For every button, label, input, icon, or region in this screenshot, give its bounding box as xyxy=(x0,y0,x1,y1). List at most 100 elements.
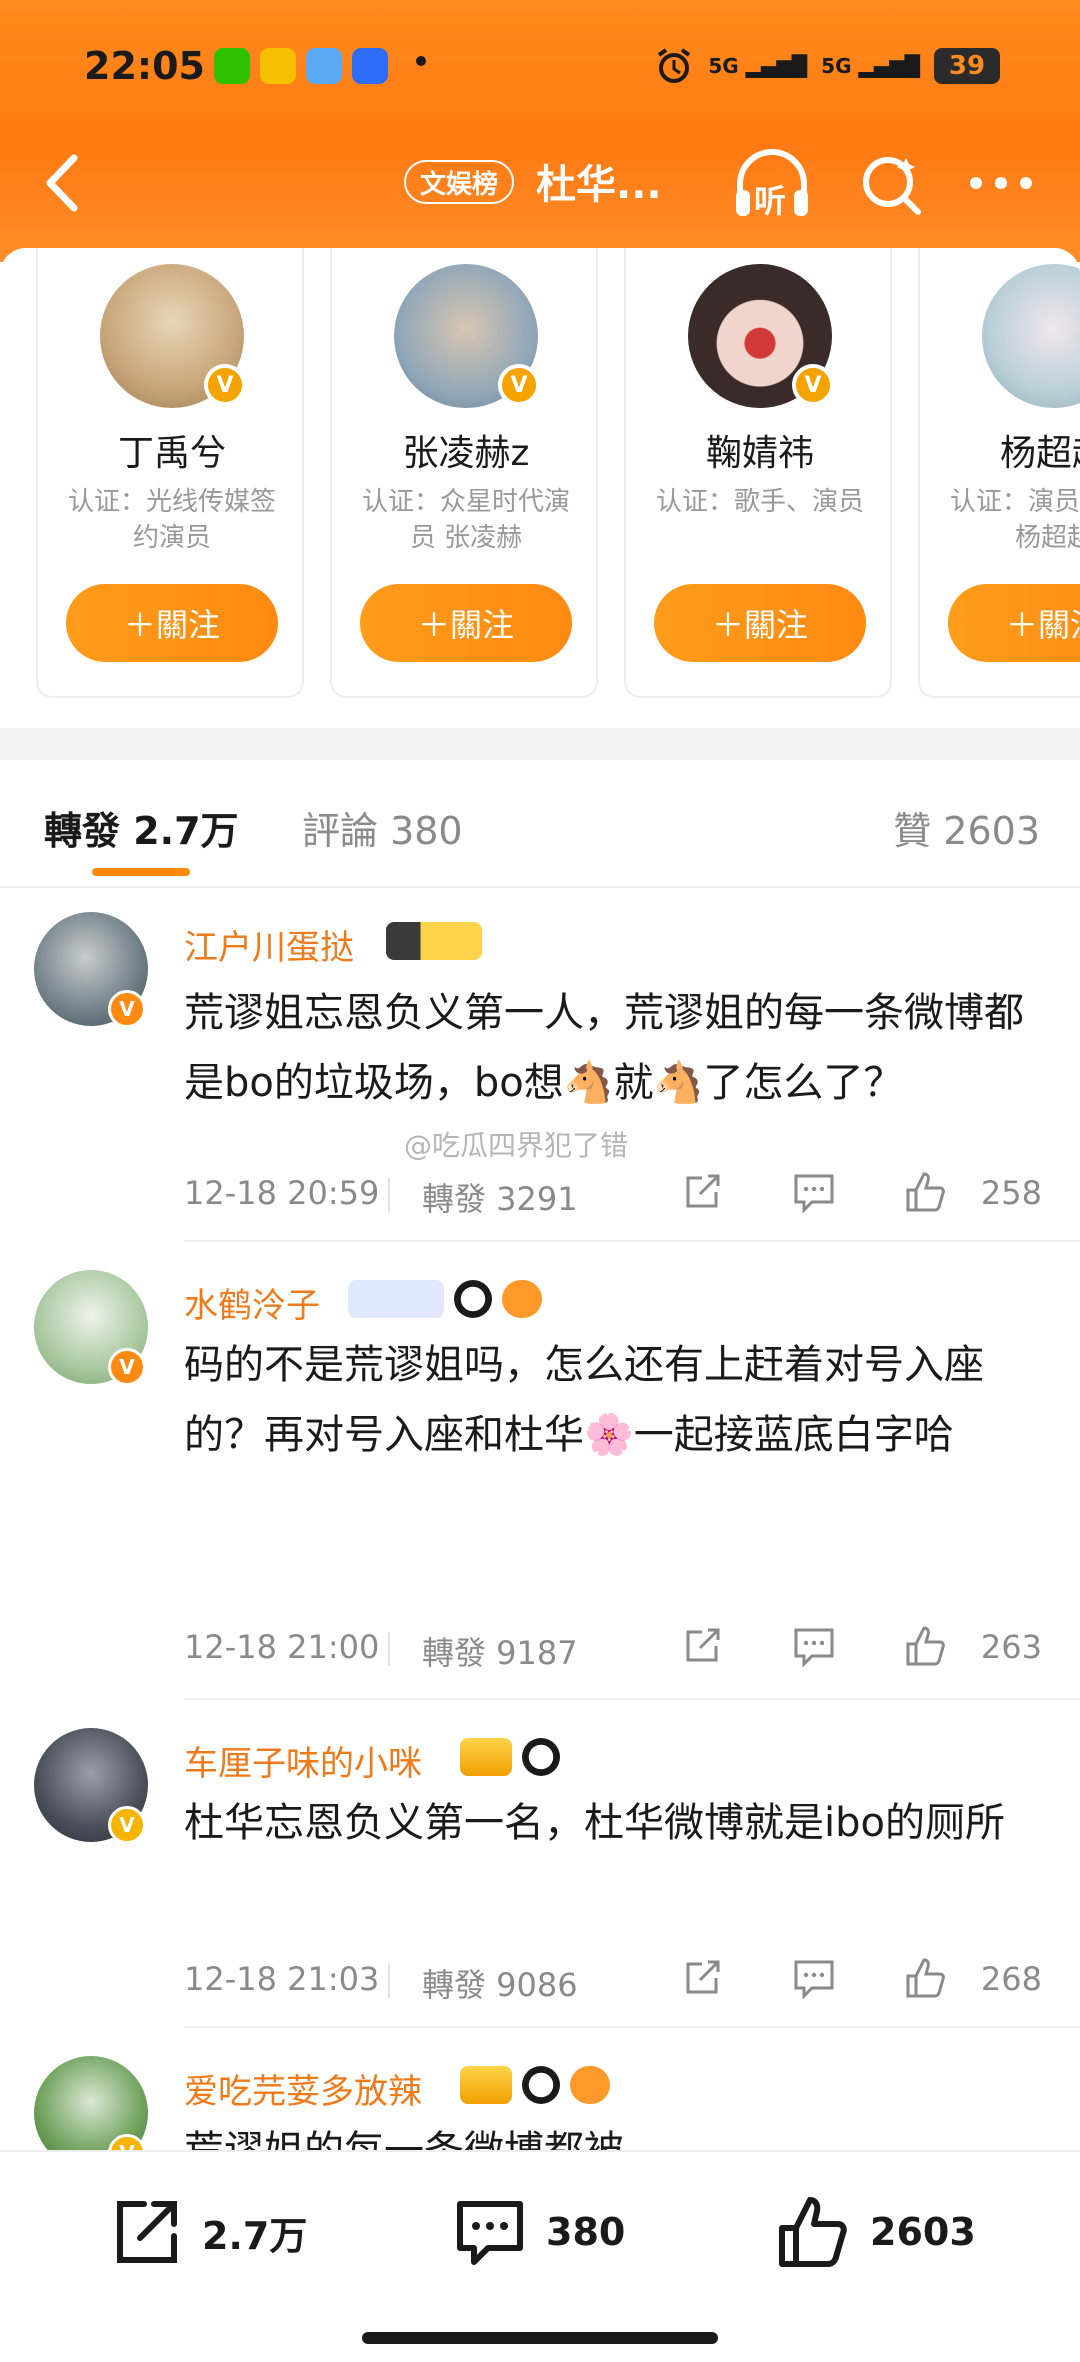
comment-button[interactable]: 380 xyxy=(452,2192,625,2272)
user-name[interactable]: 江户川蛋挞 xyxy=(184,920,354,969)
more-notifications-dot xyxy=(416,56,426,66)
user-name: 张凌赫z xyxy=(402,433,530,474)
search-icon[interactable] xyxy=(856,150,926,220)
weibo-icon xyxy=(260,48,296,84)
comment-icon[interactable] xyxy=(792,1170,836,1214)
home-indicator[interactable] xyxy=(362,2332,718,2344)
tab-comment[interactable]: 評論 380 xyxy=(302,800,463,855)
user-cert: 认证：歌手、演员 xyxy=(655,487,864,517)
user-card[interactable]: V 张凌赫z 认证：众星时代演员 张凌赫 ＋關注 xyxy=(330,248,598,698)
top-nav: 文娱榜 杜华... 听 xyxy=(0,140,1080,230)
user-cert: 认证：众星时代演员 张凌赫 xyxy=(361,487,570,553)
comment-text: 杜华忘恩负义第一名，杜华微博就是ibo的厕所 xyxy=(184,1800,1005,1846)
repost-icon xyxy=(117,2201,177,2263)
list-item[interactable]: V 爱吃芫荽多放辣 荒谬姐的每一条微博都被 xyxy=(0,2056,1080,2150)
verified-badge-icon: V xyxy=(108,1348,146,1386)
follow-button[interactable]: ＋關注 xyxy=(360,584,572,662)
comment-icon[interactable] xyxy=(792,1624,836,1668)
user-name[interactable]: 车厘子味的小咪 xyxy=(184,1736,422,1785)
comment-divider xyxy=(184,2026,1080,2028)
list-item[interactable]: V 车厘子味的小咪 杜华忘恩负义第一名，杜华微博就是ibo的厕所 12-18 2… xyxy=(0,1728,1080,2028)
user-card[interactable]: V 鞠婧祎 认证：歌手、演员 ＋關注 xyxy=(624,248,892,698)
divider xyxy=(0,886,1080,888)
fish-icon xyxy=(502,1280,542,1318)
comment-icon xyxy=(457,2201,523,2265)
listen-button[interactable]: 听 xyxy=(730,146,814,222)
meta-divider xyxy=(388,1178,390,1212)
user-cert: 认证：光线传媒签约演员 xyxy=(67,487,276,553)
crown-icon xyxy=(460,1738,512,1776)
like-icon xyxy=(779,2197,847,2267)
interaction-tabs: 轉發 2.7万 評論 380 贊 2603 xyxy=(0,760,1080,888)
notification-icons xyxy=(214,48,388,84)
more-icon[interactable] xyxy=(966,170,1036,196)
active-tab-indicator xyxy=(92,868,190,876)
panda-icon xyxy=(522,1738,560,1776)
verified-badge-icon: V xyxy=(498,364,540,406)
user-name: 丁禹兮 xyxy=(117,433,226,474)
avatar xyxy=(982,264,1080,408)
follow-button[interactable]: ＋關注 xyxy=(948,584,1080,662)
repost-count[interactable]: 轉發 9187 xyxy=(422,1628,578,1674)
like-icon[interactable] xyxy=(904,1624,948,1668)
header: 22:05 5G ▂▄▆█ 5G ▂▄▆█ 39 文娱榜 杜华... 听 xyxy=(0,0,1080,262)
status-time: 22:05 xyxy=(84,44,205,88)
battery-indicator: 39 xyxy=(934,48,1000,84)
user-card[interactable]: 杨超越 认证：演员、歌手杨超越 ＋關注 xyxy=(918,248,1080,698)
like-icon[interactable] xyxy=(904,1956,948,2000)
wechat-icon xyxy=(214,48,250,84)
comment-count: 380 xyxy=(546,2210,626,2254)
list-item[interactable]: V 水鹤泠子 码的不是荒谬姐吗，怎么还有上赶着对号入座的？再对号入座和杜华🌸一起… xyxy=(0,1270,1080,1700)
tab-repost[interactable]: 轉發 2.7万 xyxy=(44,800,239,855)
app-icon xyxy=(352,48,388,84)
follow-button[interactable]: ＋關注 xyxy=(654,584,866,662)
user-name[interactable]: 爱吃芫荽多放辣 xyxy=(184,2064,422,2113)
weather-icon xyxy=(306,48,342,84)
user-name: 杨超越 xyxy=(999,433,1080,474)
level-badge-icon xyxy=(348,1280,444,1318)
list-item[interactable]: V 江户川蛋挞 荒谬姐忘恩负义第一人，荒谬姐的每一条微博都是bo的垃圾场，bo想… xyxy=(0,912,1080,1242)
like-count: 263 xyxy=(980,1628,1042,1666)
user-badges xyxy=(460,1738,560,1776)
repost-button[interactable]: 2.7万 xyxy=(108,2192,307,2272)
repost-count: 2.7万 xyxy=(202,2213,308,2258)
follow-button[interactable]: ＋關注 xyxy=(66,584,278,662)
like-count: 2603 xyxy=(870,2210,976,2254)
comment-date: 12-18 21:03 xyxy=(184,1960,380,1998)
back-arrow-icon[interactable] xyxy=(34,148,94,218)
user-name: 鞠婧祎 xyxy=(705,433,814,474)
crown-icon xyxy=(460,2066,512,2104)
user-cert: 认证：演员、歌手杨超越 xyxy=(949,487,1080,553)
comment-divider xyxy=(184,1698,1080,1700)
signal-5g-2: 5G ▂▄▆█ xyxy=(821,54,920,78)
verified-badge-icon: V xyxy=(792,364,834,406)
user-badges xyxy=(386,922,482,960)
user-name[interactable]: 水鹤泠子 xyxy=(184,1278,320,1327)
comment-text: 荒谬姐的每一条微博都被 xyxy=(184,2116,1044,2150)
comment-text: 码的不是荒谬姐吗，怎么还有上赶着对号入座的？再对号入座和杜华🌸一起接蓝底白字哈 xyxy=(184,1342,984,1458)
share-icon[interactable] xyxy=(680,1170,724,1214)
fish-icon xyxy=(570,2066,610,2104)
tab-like[interactable]: 贊 2603 xyxy=(893,800,1040,855)
user-card[interactable]: V 丁禹兮 认证：光线传媒签约演员 ＋關注 xyxy=(36,248,304,698)
like-count: 268 xyxy=(980,1960,1042,1998)
share-icon[interactable] xyxy=(680,1956,724,2000)
page-title: 杜华... xyxy=(536,162,662,208)
meta-divider xyxy=(388,1632,390,1666)
share-icon[interactable] xyxy=(680,1624,724,1668)
suggested-users: V 丁禹兮 认证：光线传媒签约演员 ＋關注 V 张凌赫z 认证：众星时代演员 张… xyxy=(0,248,1080,716)
like-button[interactable]: 2603 xyxy=(776,2192,976,2272)
meta-divider xyxy=(388,1964,390,1998)
comment-text: 荒谬姐忘恩负义第一人，荒谬姐的每一条微博都是bo的垃圾场，bo想🐴就🐴了怎么了？ xyxy=(184,990,1024,1106)
comment-icon[interactable] xyxy=(792,1956,836,2000)
repost-count[interactable]: 轉發 9086 xyxy=(422,1960,578,2006)
watermark: @吃瓜四界犯了错 xyxy=(404,1129,629,1162)
repost-count[interactable]: 轉發 3291 xyxy=(422,1174,578,1220)
comment-meta: 12-18 21:03 轉發 9086 268 xyxy=(184,1954,1044,2004)
section-separator xyxy=(0,728,1080,760)
like-icon[interactable] xyxy=(904,1170,948,1214)
verified-badge-icon: V xyxy=(108,990,146,1028)
ranking-badge[interactable]: 文娱榜 xyxy=(404,160,515,204)
panda-icon xyxy=(454,1280,492,1318)
comment-date: 12-18 20:59 xyxy=(184,1174,380,1212)
